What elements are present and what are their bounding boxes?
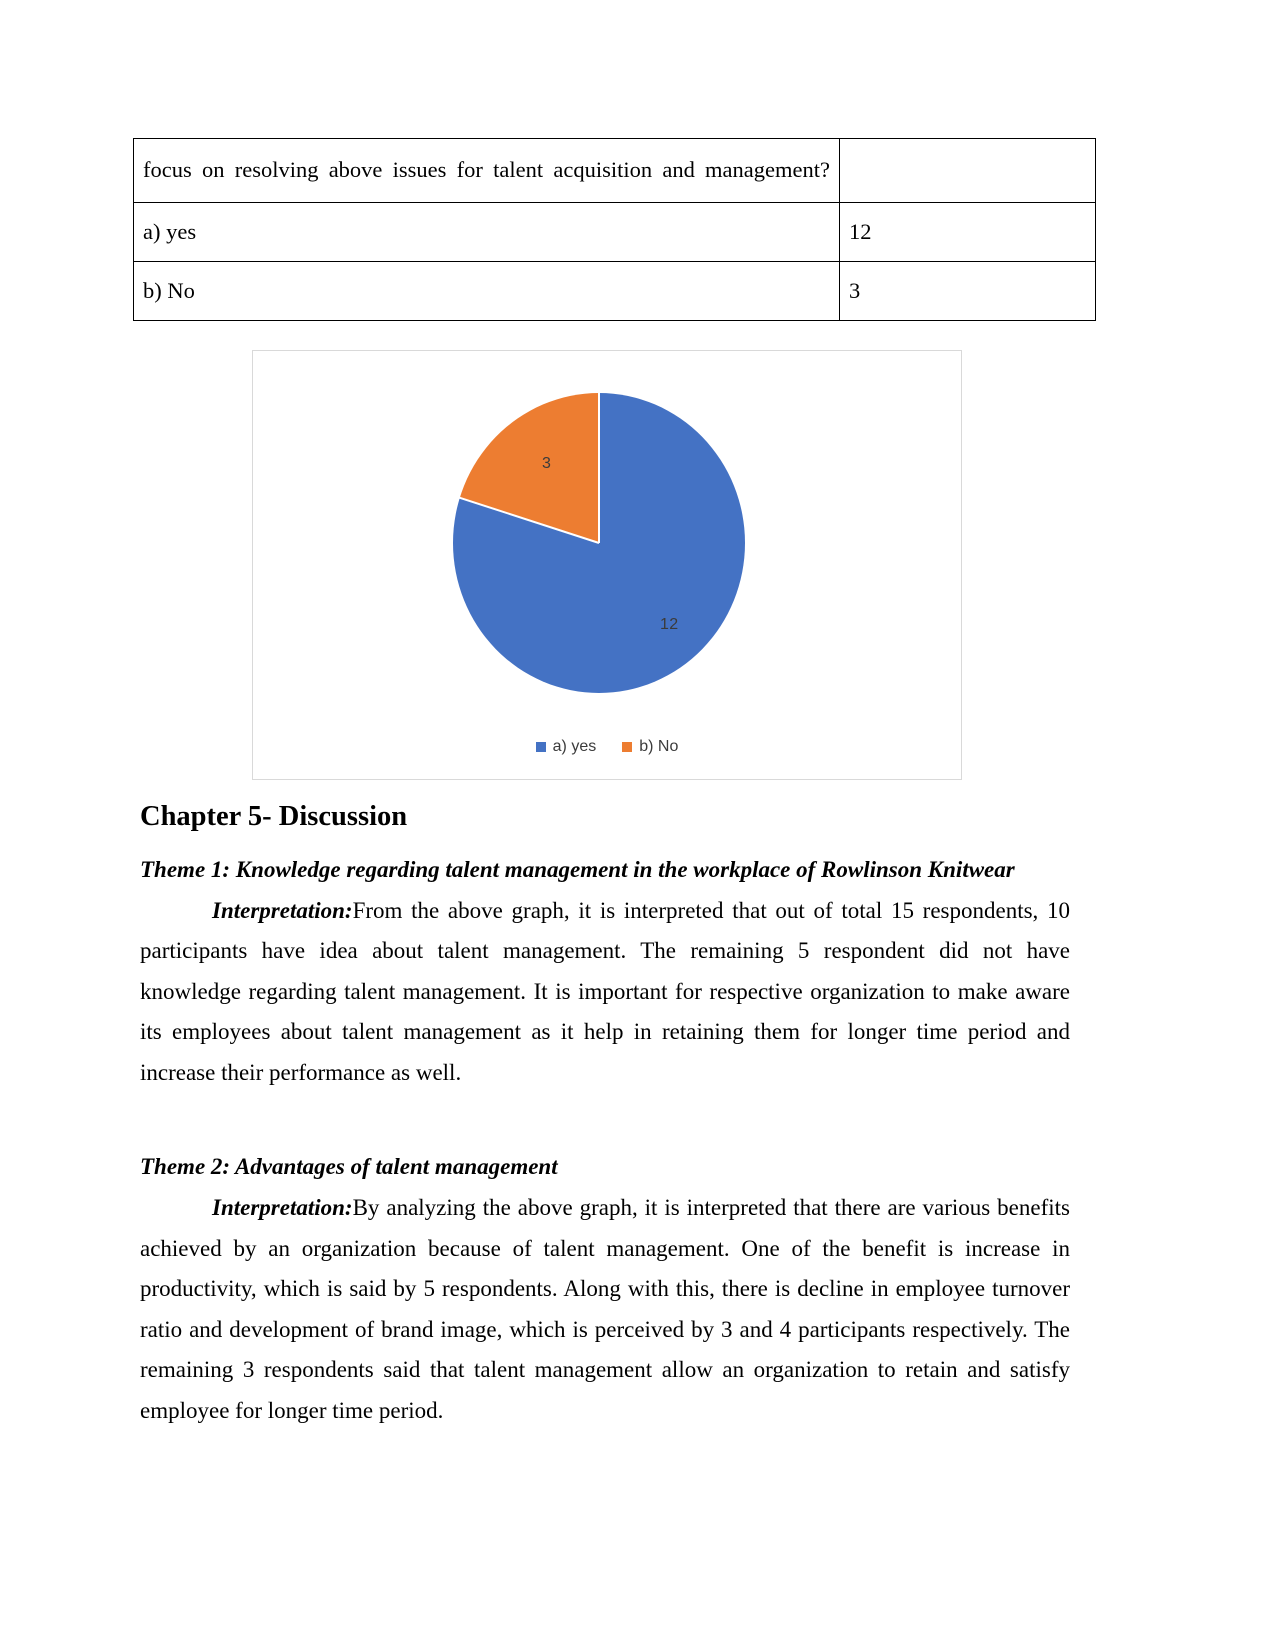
legend-item-no[interactable]: b) No [622, 738, 678, 756]
theme-1-body-text: From the above graph, it is interpreted … [140, 897, 1070, 1085]
table-row: a) yes 12 [133, 202, 1096, 262]
theme-2-lead-label: Interpretation: [212, 1195, 353, 1221]
theme-1-paragraph: Interpretation:From the above graph, it … [140, 891, 1070, 1094]
table-row: b) No 3 [133, 261, 1096, 321]
table-row-question: focus on resolving above issues for tale… [133, 138, 1096, 203]
legend-swatch-icon [622, 742, 633, 752]
theme-1-heading: Theme 1: Knowledge regarding talent mana… [140, 857, 1015, 883]
option-count-cell: 3 [839, 261, 1096, 321]
question-count-cell [839, 138, 1096, 203]
chart-legend: a) yes b) No [253, 738, 961, 756]
pie-data-label-no: 3 [542, 455, 552, 472]
option-count-cell: 12 [839, 202, 1096, 262]
legend-swatch-icon [535, 742, 546, 752]
theme-2-body-text: By analyzing the above graph, it is inte… [140, 1195, 1070, 1423]
pie-graphic: 3 12 [453, 393, 745, 693]
theme-2-paragraph: Interpretation:By analyzing the above gr… [140, 1188, 1070, 1431]
survey-response-table: focus on resolving above issues for tale… [133, 138, 1096, 321]
legend-label-yes: a) yes [552, 738, 597, 755]
option-label-cell: b) No [133, 261, 840, 321]
document-page: focus on resolving above issues for tale… [0, 0, 1275, 1651]
theme-2-heading: Theme 2: Advantages of talent management [140, 1154, 558, 1180]
legend-item-yes[interactable]: a) yes [535, 738, 597, 756]
page-title: Chapter 5- Discussion [140, 801, 408, 832]
pie-data-label-yes: 12 [660, 616, 679, 633]
theme-1-lead-label: Interpretation: [212, 897, 353, 923]
option-label-cell: a) yes [133, 202, 840, 262]
discussion-content: Chapter 5- Discussion Theme 1: Knowledge… [140, 800, 1070, 1431]
pie-slice-divider [598, 393, 600, 543]
question-cell: focus on resolving above issues for tale… [133, 138, 840, 203]
legend-label-no: b) No [639, 738, 679, 755]
pie-chart: 3 12 a) yes b) No [252, 350, 962, 780]
